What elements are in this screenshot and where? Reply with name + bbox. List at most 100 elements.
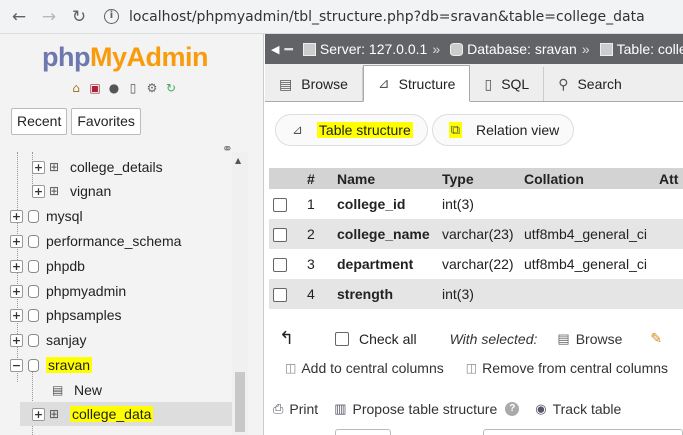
column-collation [520, 189, 655, 219]
tree-item-new-table[interactable]: ▤ New [48, 378, 102, 402]
breadcrumb-server-label: Server: 127.0.0.1 [319, 41, 428, 57]
partial-input-field[interactable] [335, 429, 391, 435]
partial-input-field[interactable] [483, 429, 683, 435]
print-button[interactable]: ⎙ Print [273, 401, 318, 417]
row-checkbox[interactable] [273, 228, 287, 243]
breadcrumb: ◀ ━ Server: 127.0.0.1 » Database: sravan… [265, 34, 683, 64]
tree-item-sravan[interactable]: − sravan [10, 353, 93, 377]
scrollbar-thumb[interactable] [235, 372, 245, 432]
expand-icon[interactable]: + [10, 209, 23, 223]
tab-search[interactable]: ⚲ Search [544, 67, 636, 101]
expand-icon[interactable]: + [32, 407, 45, 421]
tree-item-college-data[interactable]: + ⊞ college_data [20, 402, 248, 426]
propose-table-structure-button[interactable]: ▥ Propose table structure ? [334, 401, 520, 417]
tab-label: Search [577, 76, 622, 92]
breadcrumb-separator: » [432, 41, 441, 57]
breadcrumb-database[interactable]: Database: sravan [450, 41, 577, 57]
header-attributes[interactable]: Att [655, 168, 683, 189]
main-panel: ◀ ━ Server: 127.0.0.1 » Database: sravan… [265, 34, 683, 435]
add-to-central-columns-button[interactable]: ◫ Add to central columns [285, 360, 444, 376]
browse-selected-button[interactable]: ▤ Browse [557, 331, 622, 347]
address-bar[interactable]: i localhost/phpmyadmin/tbl_structure.php… [104, 9, 645, 25]
table-row: 3 department varchar(22) utf8mb4_general… [269, 249, 683, 279]
subtab-relation-view[interactable]: ⧉ Relation view [431, 114, 575, 146]
settings-icon[interactable]: ⚙ [144, 80, 160, 96]
collapse-icon[interactable]: − [10, 358, 23, 372]
tree-item-mysql[interactable]: + mysql [10, 204, 83, 228]
tab-label: Browse [301, 76, 348, 92]
subtab-table-structure[interactable]: ⊿ Table structure [275, 114, 428, 146]
header-collation[interactable]: Collation [520, 168, 655, 189]
header-name[interactable]: Name [333, 168, 438, 189]
favorites-button[interactable]: Favorites [71, 108, 141, 135]
tab-sql[interactable]: ▯ SQL [470, 67, 545, 101]
logout-icon[interactable]: ▣ [87, 80, 103, 96]
phpmyadmin-logo[interactable]: phpMyAdmin [42, 42, 208, 73]
expand-icon[interactable]: + [10, 284, 23, 298]
back-button[interactable]: ← [8, 6, 30, 28]
header-type[interactable]: Type [438, 168, 520, 189]
tree-item-sanjay[interactable]: + sanjay [10, 328, 86, 352]
documentation-icon[interactable]: ▯ [125, 80, 141, 96]
help-icon[interactable]: ● [106, 80, 122, 96]
breadcrumb-table[interactable]: Table: colle [599, 41, 683, 57]
sql-icon: ▯ [484, 75, 493, 92]
database-icon [28, 234, 39, 248]
remove-from-central-columns-button[interactable]: ◫ Remove from central columns [466, 360, 668, 376]
forward-button[interactable]: → [38, 6, 60, 28]
change-selected-icon[interactable]: ✎ [650, 330, 662, 347]
expand-icon[interactable]: + [10, 234, 23, 248]
tab-structure[interactable]: ⊿ Structure [362, 65, 471, 102]
navigation-scrollbar[interactable]: ▲ [232, 152, 248, 435]
tab-browse[interactable]: ▤ Browse [265, 67, 363, 101]
browse-icon: ▤ [557, 330, 570, 346]
home-icon[interactable]: ⌂ [68, 80, 84, 96]
expand-icon[interactable]: + [10, 333, 23, 347]
tree-item-phpsamples[interactable]: + phpsamples [10, 303, 122, 327]
tab-label: SQL [501, 76, 530, 92]
with-selected-label: With selected: [449, 330, 538, 347]
recent-button[interactable]: Recent [11, 108, 68, 135]
app-window: ← → ↻ i localhost/phpmyadmin/tbl_structu… [0, 0, 683, 435]
tree-item-college-details[interactable]: + ⊞ college_details [32, 155, 163, 179]
tree-item-label: mysql [46, 208, 83, 224]
site-info-icon[interactable]: i [104, 9, 119, 24]
tree-item-label: performance_schema [46, 233, 182, 249]
tree-item-phpmyadmin[interactable]: + phpmyadmin [10, 279, 126, 303]
collapse-arrow-icon[interactable]: ◀ [271, 43, 279, 56]
row-number: 3 [303, 249, 333, 279]
row-checkbox-cell [269, 279, 303, 309]
table-icon: ⊞ [49, 160, 60, 174]
row-checkbox-cell [269, 189, 303, 219]
check-all-checkbox[interactable] [335, 331, 349, 346]
column-attributes [655, 219, 683, 249]
row-checkbox[interactable] [273, 288, 287, 303]
reload-button[interactable]: ↻ [68, 6, 90, 28]
row-number: 2 [303, 219, 333, 249]
tree-item-label: phpsamples [46, 307, 122, 323]
breadcrumb-server[interactable]: Server: 127.0.0.1 [302, 41, 428, 57]
row-checkbox[interactable] [273, 198, 287, 213]
expand-icon[interactable]: + [10, 308, 23, 322]
tree-item-performance-schema[interactable]: + performance_schema [10, 229, 181, 253]
relation-icon: ⧉ [448, 122, 463, 138]
database-icon [28, 308, 39, 322]
scroll-up-arrow-icon[interactable]: ▲ [235, 156, 241, 165]
expand-icon[interactable]: + [32, 160, 45, 174]
bulk-actions: ↰ Check all With selected: ▤ Browse ✎ [279, 328, 662, 349]
tree-item-phpdb[interactable]: + phpdb [10, 254, 85, 278]
help-icon[interactable]: ? [505, 402, 520, 416]
browse-selected-label: Browse [575, 330, 623, 347]
row-checkbox[interactable] [273, 258, 287, 273]
header-number[interactable]: # [303, 168, 333, 189]
browse-icon: ▤ [279, 75, 293, 92]
search-icon: ⚲ [558, 75, 569, 92]
tree-item-vignan[interactable]: + ⊞ vignan [32, 179, 111, 203]
track-table-button[interactable]: ◉ Track table [535, 401, 621, 417]
expand-icon[interactable]: + [10, 259, 23, 273]
expand-icon[interactable]: + [32, 184, 45, 198]
database-icon [28, 333, 39, 347]
database-icon [28, 259, 39, 273]
reload-navigation-icon[interactable]: ↻ [163, 80, 179, 96]
check-all-label[interactable]: Check all [359, 331, 417, 347]
